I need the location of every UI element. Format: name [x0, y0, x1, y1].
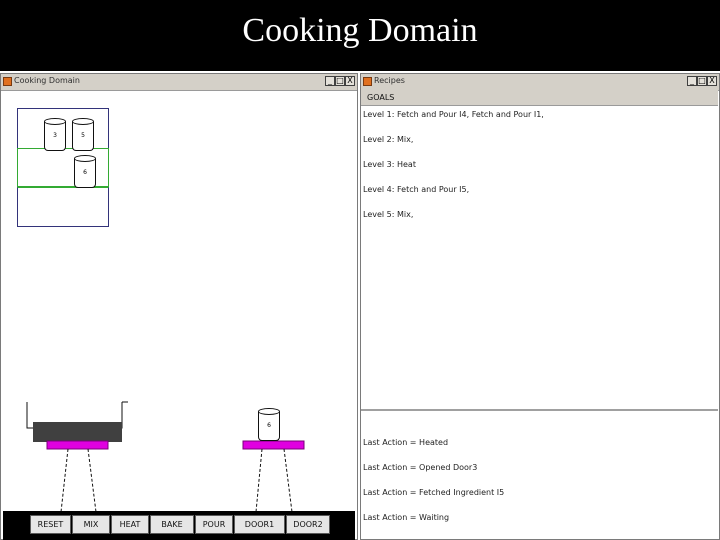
minimize-icon[interactable]: _	[687, 76, 697, 86]
goals-header: GOALS	[361, 90, 718, 106]
close-icon[interactable]: X	[707, 76, 717, 86]
status-line: Last Action = Fetched Ingredient I5	[363, 488, 505, 497]
bake-button[interactable]: BAKE	[150, 515, 194, 534]
burner-left	[46, 440, 109, 450]
goal-line: Level 5: Mix,	[363, 210, 414, 219]
jar-label: 6	[267, 422, 271, 429]
burner-leg	[255, 448, 263, 513]
mix-button[interactable]: MIX	[72, 515, 110, 534]
stove-area	[26, 401, 305, 513]
goals-label: GOALS	[367, 93, 395, 102]
burner-leg	[60, 448, 69, 513]
recipes-window-titlebar[interactable]: Recipes _ □ X	[361, 74, 719, 91]
burner-right	[242, 440, 305, 450]
pour-button[interactable]: POUR	[195, 515, 233, 534]
reset-button[interactable]: RESET	[30, 515, 71, 534]
burner-leg	[87, 448, 97, 513]
recipes-window-title: Recipes	[374, 76, 405, 85]
status-line: Last Action = Opened Door3	[363, 463, 478, 472]
goal-line: Level 3: Heat	[363, 160, 416, 169]
app-icon	[363, 77, 372, 86]
door2-button[interactable]: DOOR2	[286, 515, 330, 534]
heat-button[interactable]: HEAT	[111, 515, 149, 534]
door1-button[interactable]: DOOR1	[234, 515, 285, 534]
goal-line: Level 2: Mix,	[363, 135, 414, 144]
pot-contents	[33, 422, 122, 442]
stove-ingredient-jar[interactable]: 6	[258, 408, 280, 441]
goal-line: Level 4: Fetch and Pour I5,	[363, 185, 470, 194]
jar-lid	[258, 408, 280, 415]
status-line: Last Action = Waiting	[363, 513, 450, 522]
burner-leg	[283, 448, 293, 513]
maximize-icon[interactable]: □	[697, 76, 707, 86]
status-line: Last Action = Heated	[363, 438, 449, 447]
panel-divider[interactable]	[361, 409, 718, 411]
goal-line: Level 1: Fetch and Pour I4, Fetch and Po…	[363, 110, 544, 119]
